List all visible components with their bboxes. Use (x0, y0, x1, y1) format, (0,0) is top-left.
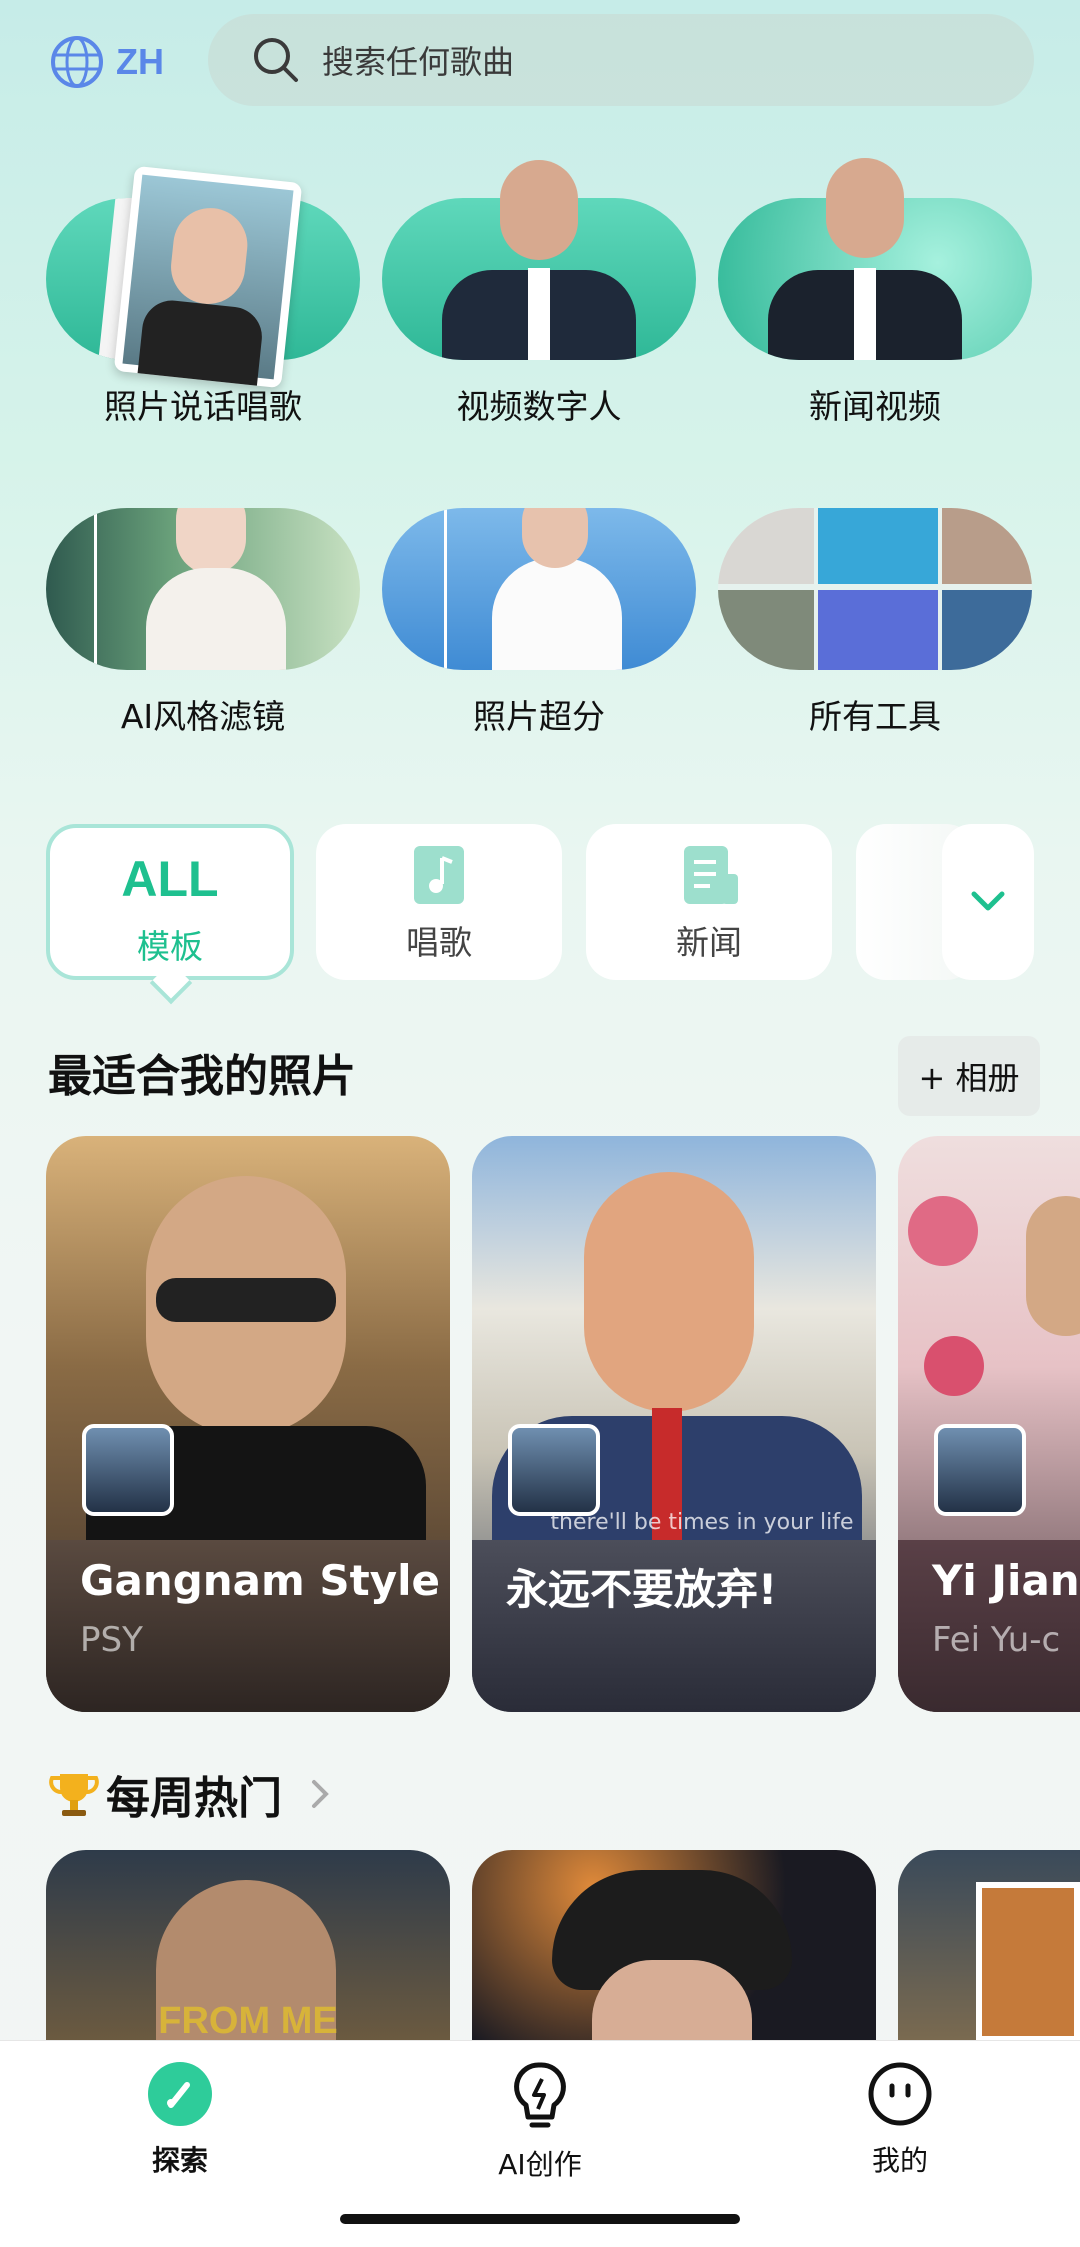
card-portrait (584, 1172, 754, 1412)
language-switch[interactable]: ZH (48, 30, 178, 94)
tool-label: 所有工具 (809, 697, 941, 736)
tool-photo-upscale-pill (382, 508, 696, 670)
face-icon (868, 2062, 932, 2126)
anchor-face (826, 158, 904, 258)
tool-label: 照片超分 (473, 697, 605, 736)
avatar (82, 1424, 174, 1516)
tool-news-video[interactable]: 新闻视频 (718, 140, 1032, 426)
weekly-card[interactable] (898, 1850, 1080, 2040)
section-title: 最适合我的照片 (48, 1051, 356, 1102)
presenter-face (500, 160, 578, 260)
sunglasses (156, 1278, 336, 1322)
all-tools-collage (718, 508, 1032, 670)
trophy-icon (49, 1774, 99, 1816)
card-title: 永远不要放弃! (506, 1565, 778, 1614)
globe-icon (51, 36, 103, 88)
home-indicator (340, 2214, 740, 2224)
weekly-hot-title: 每周热门 (106, 1773, 282, 1824)
card-title: Gangnam Style (80, 1556, 440, 1605)
search-icon (254, 38, 298, 82)
weekly-card-text: FROM ME (158, 2000, 338, 2040)
tool-all-tools[interactable]: 所有工具 (718, 450, 1032, 736)
weekly-card[interactable] (472, 1850, 876, 2040)
tool-photo-upscale[interactable]: 照片超分 (382, 450, 696, 736)
explore-icon (148, 2062, 212, 2126)
tab-pointer (149, 961, 193, 1005)
nav-explore[interactable]: 探索 (80, 2061, 280, 2179)
template-card[interactable]: there'll be times in your life (472, 1136, 876, 1712)
card-title: Yi Jian (932, 1556, 1080, 1605)
tool-ai-style-filter-pill (46, 508, 360, 670)
tabs-expand-button[interactable] (942, 824, 1034, 980)
tab-all-templates[interactable]: ALL 模板 (46, 824, 294, 1005)
card-caption: there'll be times in your life (550, 1510, 854, 1535)
tool-photo-talk-sing[interactable]: 照片说话唱歌 (46, 140, 360, 426)
nav-ai-create-label: AI创作 (498, 2148, 582, 2181)
tool-video-avatar[interactable]: 视频数字人 (382, 140, 696, 426)
tool-label: 新闻视频 (809, 387, 941, 426)
music-note-icon (414, 846, 464, 904)
photo-thumbnail (113, 165, 303, 389)
card-subtitle: PSY (80, 1620, 143, 1660)
nav-me-label: 我的 (871, 2144, 928, 2177)
tab-news[interactable]: 新闻 (586, 824, 832, 980)
tab-sing[interactable]: 唱歌 (316, 824, 562, 980)
search-bar[interactable]: 搜索任何歌曲 (208, 14, 1034, 106)
news-icon (684, 846, 738, 904)
tool-label: 视频数字人 (456, 387, 622, 426)
nav-ai-create[interactable]: AI创作 (440, 2061, 640, 2183)
card-subtitle: Fei Yu-c (932, 1620, 1061, 1660)
search-placeholder: 搜索任何歌曲 (322, 43, 515, 81)
album-button[interactable]: + 相册 (898, 1036, 1040, 1116)
tab-sing-label: 唱歌 (406, 923, 472, 962)
weekly-hot-header[interactable]: 每周热门 (48, 1762, 336, 1826)
language-label: ZH (116, 41, 164, 82)
tool-label: 照片说话唱歌 (104, 387, 302, 426)
tool-label: AI风格滤镜 (120, 697, 286, 736)
avatar (508, 1424, 600, 1516)
tab-all-big: ALL (121, 851, 219, 907)
lightbulb-icon (514, 2062, 566, 2128)
chevron-down-icon (971, 891, 1005, 911)
weekly-card[interactable]: FROM ME (46, 1850, 450, 2040)
chevron-right-icon (312, 1780, 329, 1808)
avatar (934, 1424, 1026, 1516)
tool-ai-style-filter[interactable]: AI风格滤镜 (46, 450, 360, 736)
nav-me[interactable]: 我的 (800, 2061, 1000, 2179)
nav-explore-label: 探索 (151, 2144, 208, 2177)
tab-news-label: 新闻 (676, 923, 742, 962)
